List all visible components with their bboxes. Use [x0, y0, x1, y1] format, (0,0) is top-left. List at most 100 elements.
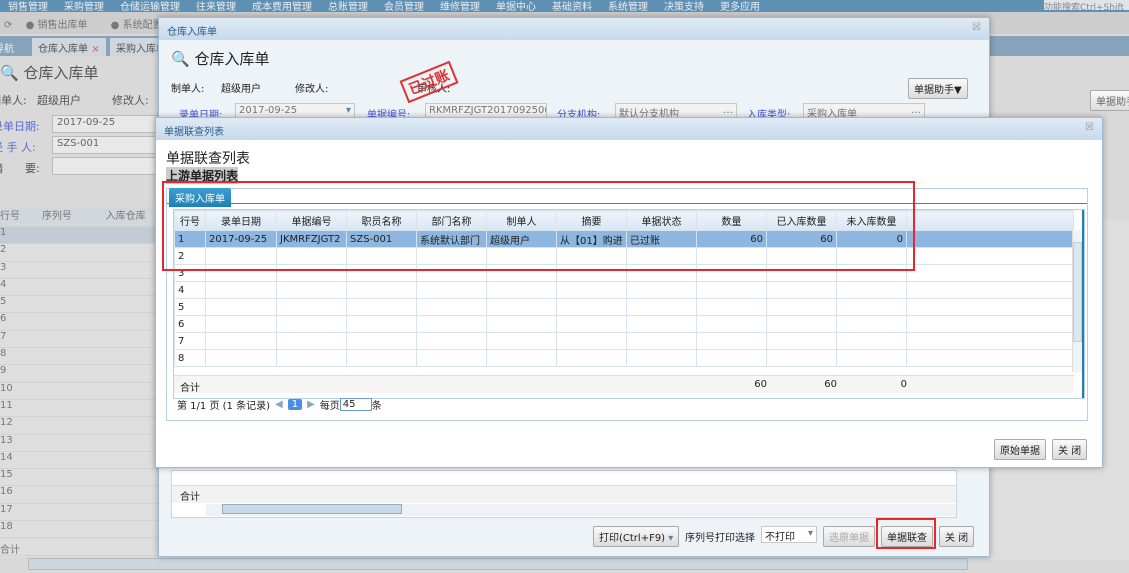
- tab-warehouse-inbound[interactable]: 仓库入库单 ×: [32, 38, 106, 56]
- menu-item[interactable]: 单据中心: [496, 2, 536, 13]
- close-icon[interactable]: ×: [91, 44, 99, 55]
- table-cell: [766, 315, 837, 333]
- bg-maker: 超级用户: [37, 94, 81, 107]
- doc-helper-button[interactable]: 单据助手▼: [908, 78, 968, 99]
- prev-page-icon[interactable]: ◀: [275, 399, 283, 410]
- menu-item[interactable]: 决策支持: [664, 2, 704, 13]
- table-cell: [556, 315, 627, 333]
- bg-table-row: 18: [0, 521, 160, 539]
- scrollbar-thumb[interactable]: [1073, 242, 1082, 342]
- highlight-box: [876, 518, 936, 549]
- serial-print-select[interactable]: 不打印 ▾: [761, 526, 817, 543]
- bg-table-row: 14: [0, 452, 160, 470]
- table-cell: [766, 332, 837, 350]
- table-cell: [205, 332, 277, 350]
- bg-horizontal-scrollbar[interactable]: [28, 558, 968, 570]
- total-label: 合计: [180, 383, 200, 394]
- bg-handler-label: 经 手 人:: [0, 141, 36, 154]
- scrollbar-thumb[interactable]: [222, 504, 402, 514]
- menu-item[interactable]: 仓储运输管理: [120, 2, 180, 13]
- quick-tab[interactable]: ● 销售出库单: [26, 20, 98, 31]
- menu-item[interactable]: 往来管理: [196, 2, 236, 13]
- close-icon[interactable]: ☒: [1085, 122, 1094, 133]
- bg-row-number: 16: [0, 486, 13, 498]
- bg-row-number: 11: [0, 399, 13, 411]
- table-cell: [486, 298, 557, 316]
- close-icon[interactable]: ☒: [972, 22, 981, 33]
- table-row[interactable]: 6: [174, 315, 1074, 333]
- table-row[interactable]: 7: [174, 332, 1074, 350]
- table-cell: [556, 298, 627, 316]
- search-doc-icon: 🔍: [171, 50, 190, 68]
- table-cell: [696, 281, 767, 299]
- menu-item[interactable]: 成本费用管理: [252, 2, 312, 13]
- per-page-input[interactable]: 45: [339, 398, 372, 411]
- bg-summary-input[interactable]: [52, 157, 160, 175]
- print-button[interactable]: 打印(Ctrl+F9) ▾: [593, 526, 680, 547]
- table-cell: [766, 349, 837, 367]
- bg-row-number: 7: [0, 330, 7, 342]
- quick-tab-label: 销售出库单: [37, 20, 88, 31]
- bg-helper-button[interactable]: 单据助手: [1090, 90, 1129, 111]
- table-cell: [276, 281, 347, 299]
- tab-navigation[interactable]: 导航: [0, 38, 20, 56]
- menu-item[interactable]: 会员管理: [384, 2, 424, 13]
- table-cell: 8: [174, 349, 206, 367]
- page-number-button[interactable]: 1: [287, 399, 303, 410]
- dialog-heading: 🔍 仓库入库单: [171, 48, 269, 69]
- bg-row-number: 10: [0, 382, 13, 394]
- total-row: 合计 60 60 0: [174, 375, 1074, 394]
- table-cell: [556, 332, 627, 350]
- menu-item[interactable]: 总账管理: [328, 2, 368, 13]
- vertical-scrollbar[interactable]: [1072, 230, 1082, 372]
- table-row[interactable]: 5: [174, 298, 1074, 316]
- table-cell: [205, 315, 277, 333]
- table-cell: [416, 332, 487, 350]
- menu-item[interactable]: 销售管理: [8, 2, 48, 13]
- table-cell: 6: [174, 315, 206, 333]
- bg-row-number: 13: [0, 434, 13, 446]
- ellipsis-icon[interactable]: …: [723, 105, 733, 116]
- next-page-icon[interactable]: ▶: [307, 399, 315, 410]
- dropdown-icon: ▾: [668, 533, 674, 544]
- bg-table-row: 9: [0, 365, 160, 383]
- table-row[interactable]: 4: [174, 281, 1074, 299]
- table-cell: [906, 349, 1074, 367]
- close-button[interactable]: 关 闭: [1052, 439, 1088, 460]
- bg-handler-input[interactable]: SZS-001: [52, 136, 160, 154]
- menu-item[interactable]: 基础资料: [552, 2, 592, 13]
- menu-item[interactable]: 采购管理: [64, 2, 104, 13]
- select-original-button[interactable]: 选原单据: [823, 526, 875, 547]
- bg-row-number: 15: [0, 469, 13, 481]
- menu-item[interactable]: 系统管理: [608, 2, 648, 13]
- refresh-icon[interactable]: ⟳: [4, 20, 12, 31]
- horizontal-scrollbar[interactable]: [206, 504, 956, 516]
- bg-detail-grid: 行号 序列号 入库仓库 1 2 3 4 5 6 7 8 9 10 11 12 13 14 15 16 17 18 合计: [0, 207, 160, 557]
- table-cell: [346, 332, 417, 350]
- col-header: 入库仓库: [105, 211, 146, 222]
- close-button[interactable]: 关 闭: [939, 526, 975, 547]
- bg-row-number: 17: [0, 503, 13, 515]
- table-cell: [626, 315, 697, 333]
- table-cell: [346, 315, 417, 333]
- dropdown-icon[interactable]: ▾: [346, 105, 351, 116]
- tab-label: 仓库入库单: [38, 44, 88, 55]
- table-row[interactable]: 8: [174, 349, 1074, 367]
- bg-row-number: 18: [0, 521, 13, 533]
- menu-item[interactable]: 更多应用: [720, 2, 760, 13]
- bg-date-input[interactable]: 2017-09-25: [52, 115, 160, 133]
- bg-row-number: 3: [0, 261, 7, 273]
- table-cell: [766, 298, 837, 316]
- ellipsis-icon[interactable]: …: [911, 105, 921, 116]
- col-header: 行号: [0, 211, 20, 222]
- bg-table-row: 12: [0, 417, 160, 435]
- function-search-input[interactable]: 功能搜索Ctrl+Shift: [1044, 0, 1129, 10]
- dialog-title: 单据联查列表: [164, 127, 224, 138]
- dialog-heading: 单据联查列表: [166, 151, 250, 167]
- menu-item[interactable]: 维修管理: [440, 2, 480, 13]
- original-document-button[interactable]: 原始单据: [994, 439, 1046, 460]
- bg-modifier-label: 修改人:: [112, 94, 149, 107]
- main-menu-bar: 销售管理 采购管理 仓储运输管理 往来管理 成本费用管理 总账管理 会员管理 维修管理 单据中心…: [0, 0, 1129, 12]
- bg-title-text: 仓库入库单: [23, 64, 99, 82]
- table-cell: [556, 349, 627, 367]
